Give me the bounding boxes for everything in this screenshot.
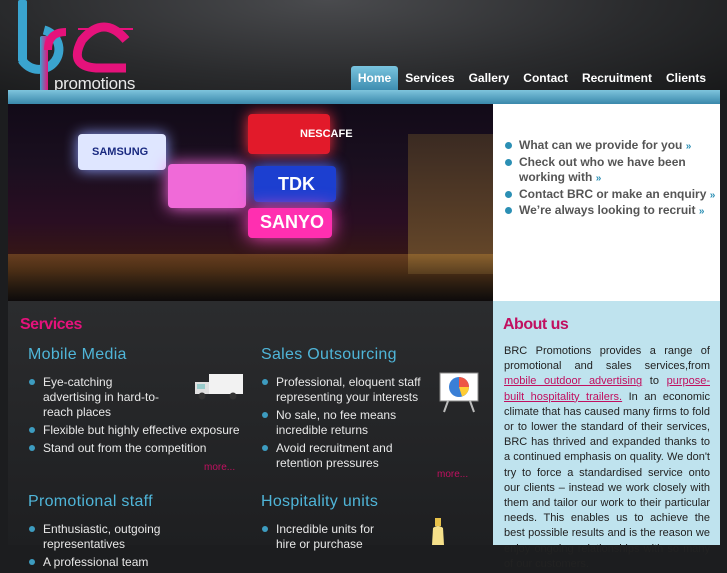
service-mobile-media: Mobile Media Eye-catching advertising in… — [28, 346, 243, 459]
service-hospitality-units: Hospitality units Incredible units for h… — [261, 493, 441, 555]
list-item: Professional, eloquent staff representin… — [261, 375, 441, 405]
round-bullet-icon — [505, 207, 512, 214]
round-bullet-icon — [29, 379, 35, 385]
page-header: promotions Home Services Gallery Contact… — [0, 0, 727, 100]
round-bullet-icon — [29, 559, 35, 565]
more-link-mobile-media[interactable]: more... — [204, 462, 235, 473]
quick-link-provide[interactable]: What can we provide for you » — [505, 138, 720, 155]
nav-recruitment[interactable]: Recruitment — [575, 66, 659, 90]
service-sales-outsourcing: Sales Outsourcing Professional, eloquent… — [261, 346, 441, 474]
quick-link-text: Contact BRC or make an enquiry — [519, 186, 707, 201]
about-title: About us — [503, 316, 569, 333]
nav-home[interactable]: Home — [350, 66, 399, 90]
list-item: Stand out from the competition — [28, 441, 243, 456]
nav-bar-strip — [8, 90, 720, 104]
nav-gallery[interactable]: Gallery — [462, 66, 517, 90]
round-bullet-icon — [505, 190, 512, 198]
quick-link-text: We’re always looking to recruit — [519, 203, 696, 217]
quick-link-text: Check out who we have been working with — [519, 154, 686, 185]
list-item: Incredible units for hire or purchase — [261, 522, 441, 552]
link-mobile-outdoor-advertising[interactable]: mobile outdoor advertising — [504, 375, 642, 387]
double-chevron-right-icon: » — [595, 173, 602, 184]
quick-links-panel: What can we provide for you » Check out … — [493, 104, 720, 301]
hero-sign-nescafe-text: NESCAFE — [300, 128, 353, 140]
service-title[interactable]: Hospitality units — [261, 493, 441, 511]
list-item: Flexible but highly effective exposure — [28, 423, 243, 438]
service-title[interactable]: Mobile Media — [28, 346, 243, 364]
round-bullet-icon — [505, 158, 512, 166]
quick-link-clients[interactable]: Check out who we have been working with … — [505, 155, 720, 187]
list-item: No sale, no fee means incredible returns — [261, 408, 441, 438]
quick-link-recruit[interactable]: We’re always looking to recruit » — [505, 203, 720, 220]
hero-sign-sanyo-text: SANYO — [260, 212, 325, 232]
double-chevron-right-icon: » — [709, 189, 716, 201]
truck-icon — [195, 374, 243, 400]
hero-image: SAMSUNG NESCAFE TDK SANYO — [8, 104, 493, 301]
round-bullet-icon — [262, 379, 268, 385]
about-text: BRC Promotions provides a range of promo… — [504, 345, 710, 570]
presentation-chart-icon — [439, 372, 479, 413]
hero-street-lights — [8, 254, 493, 301]
round-bullet-icon — [505, 142, 512, 149]
nav-contact[interactable]: Contact — [516, 66, 575, 90]
about-section: About us BRC Promotions provides a range… — [493, 301, 720, 570]
service-promotional-staff: Promotional staff Enthusiastic, outgoing… — [28, 493, 243, 573]
services-title: Services — [20, 316, 82, 333]
list-item: Avoid recruitment and retention pressure… — [261, 441, 441, 471]
hero-building-right — [408, 134, 493, 274]
champagne-bottle-icon — [432, 518, 444, 545]
list-item: A professional team — [28, 555, 243, 570]
double-chevron-right-icon: » — [698, 206, 705, 217]
round-bullet-icon — [262, 526, 268, 532]
quick-link-contact[interactable]: Contact BRC or make an enquiry » — [505, 187, 720, 204]
round-bullet-icon — [29, 526, 35, 532]
round-bullet-icon — [262, 412, 268, 418]
quick-link-text: What can we provide for you — [519, 138, 683, 152]
round-bullet-icon — [29, 445, 35, 451]
hero-sign-tdk-text: TDK — [278, 174, 315, 194]
nav-services[interactable]: Services — [398, 66, 461, 90]
double-chevron-right-icon: » — [685, 141, 692, 152]
brc-logo[interactable]: promotions — [18, 0, 138, 100]
round-bullet-icon — [262, 445, 268, 451]
main-nav: Home Services Gallery Contact Recruitmen… — [350, 66, 713, 90]
services-section: Services Mobile Media Eye-catching adver… — [8, 301, 493, 569]
hero-sign-samsung-text: SAMSUNG — [92, 146, 149, 158]
round-bullet-icon — [29, 427, 35, 433]
nav-clients[interactable]: Clients — [659, 66, 713, 90]
service-title[interactable]: Sales Outsourcing — [261, 346, 441, 364]
list-item: Enthusiastic, outgoing representatives — [28, 522, 243, 552]
service-title[interactable]: Promotional staff — [28, 493, 243, 511]
more-link-sales-outsourcing[interactable]: more... — [437, 469, 468, 480]
hero-sign-pink — [168, 164, 246, 208]
